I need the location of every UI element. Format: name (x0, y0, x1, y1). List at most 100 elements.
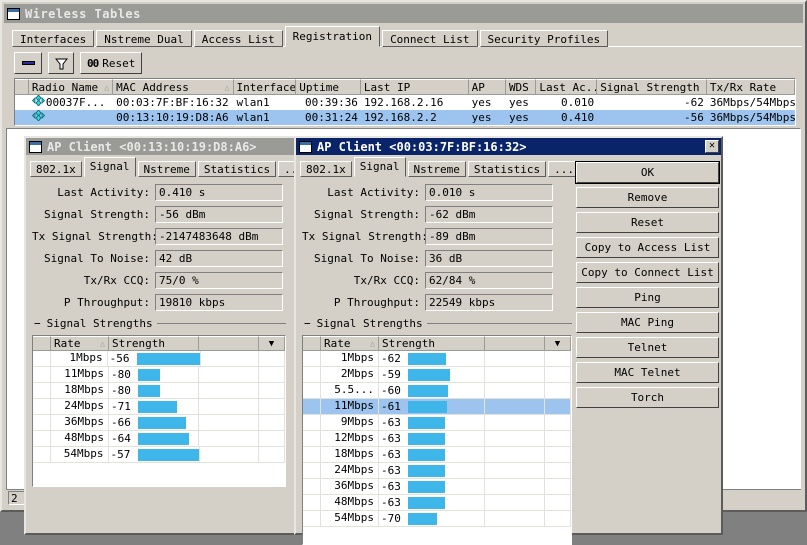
dialog-left-titlebar[interactable]: AP Client <00:13:10:19:D8:A6> (26, 138, 294, 155)
grid-row-marker (303, 431, 321, 446)
main-titlebar[interactable]: Wireless Tables (4, 4, 803, 23)
tab-interfaces[interactable]: Interfaces (12, 30, 95, 47)
grid-row[interactable]: 48Mbps -63 (303, 495, 571, 511)
link-icon (31, 95, 45, 110)
field-value[interactable]: 0.010 s (425, 183, 553, 201)
reg-col-last-ip[interactable]: Last IP (360, 79, 469, 95)
collapse-icon[interactable]: − (302, 317, 313, 330)
tab-registration[interactable]: Registration (284, 26, 381, 47)
reg-col-wds[interactable]: WDS (505, 79, 537, 95)
telnet-button[interactable]: Telnet (576, 337, 719, 358)
reg-col-signal-strength-[interactable]: Signal Strength ... (597, 79, 707, 95)
grid-col-blank[interactable] (199, 336, 259, 351)
reg-col-interface[interactable]: Interface (233, 79, 297, 95)
dialog-tab-statistics[interactable]: Statistics (197, 161, 277, 177)
reg-col-mac-address[interactable]: MAC Address △ (113, 79, 234, 95)
grid-row[interactable]: 11Mbps -80 (33, 367, 285, 383)
field-value[interactable]: 62/84 % (425, 271, 553, 289)
grid-row[interactable]: 36Mbps -63 (303, 479, 571, 495)
collapse-icon[interactable]: − (32, 317, 43, 330)
close-icon[interactable]: ✕ (705, 140, 719, 153)
cell-rate: 2Mbps (321, 367, 379, 382)
reg-col-marker[interactable] (15, 79, 29, 95)
copy-to-connect-list-button[interactable]: Copy to Connect List (576, 262, 719, 283)
mac-ping-button[interactable]: MAC Ping (576, 312, 719, 333)
grid-row[interactable]: 54Mbps -70 (303, 511, 571, 527)
grid-row[interactable]: 54Mbps -57 (33, 447, 285, 463)
reset-button[interactable]: Reset (576, 212, 719, 233)
reg-col-tx-rx-rate[interactable]: Tx/Rx Rate (706, 79, 795, 95)
reg-col-radio-name[interactable]: Radio Name △ (28, 79, 114, 95)
tab-connect-list[interactable]: Connect List (382, 30, 478, 47)
table-row[interactable]: 00:13:10:19:D8:A6 wlan1 00:31:24 192.168.2.… (15, 110, 795, 125)
registration-table[interactable]: Radio Name △ MAC Address △ Interface Uptime La… (14, 78, 796, 126)
mac-telnet-button[interactable]: MAC Telnet (576, 362, 719, 383)
tab-access-list[interactable]: Access List (193, 30, 283, 47)
grid-col-rate[interactable]: Rate △ (321, 336, 379, 351)
tab-nstreme-dual[interactable]: Nstreme Dual (96, 30, 192, 47)
dialog-tab-8021x[interactable]: 802.1x (300, 161, 352, 177)
tab-security-profiles[interactable]: Security Profiles (479, 30, 609, 47)
torch-button[interactable]: Torch (576, 387, 719, 408)
reset-button[interactable]: 00 Reset (80, 52, 143, 74)
grid-row[interactable]: 24Mbps -63 (303, 463, 571, 479)
filter-button[interactable] (48, 52, 74, 74)
field-value[interactable]: 36 dB (425, 249, 553, 267)
grid-row[interactable]: 2Mbps -59 (303, 367, 571, 383)
cell-strength-value: -63 (381, 431, 401, 445)
cell-rate: 18Mbps (51, 383, 109, 398)
copy-to-access-list-button[interactable]: Copy to Access List (576, 237, 719, 258)
dialog-tab-nstreme[interactable]: Nstreme (137, 161, 196, 177)
grid-row[interactable]: 24Mbps -71 (33, 399, 285, 415)
grid-column-menu-icon[interactable]: ▼ (259, 336, 285, 351)
cell-last-activity: 0.010 (561, 95, 595, 109)
dialog-tab-statistics[interactable]: Statistics (467, 161, 547, 177)
dialog-right-titlebar[interactable]: AP Client <00:03:7F:BF:16:32> ✕ (296, 138, 721, 155)
dialog-tab-nstreme[interactable]: Nstreme (407, 161, 466, 177)
field-value[interactable]: -2147483648 dBm (155, 227, 283, 245)
reg-col-last-ac-[interactable]: Last Ac... (536, 79, 598, 95)
remove-button[interactable] (14, 52, 42, 74)
field-value[interactable]: 22549 kbps (425, 293, 553, 311)
grid-row[interactable]: 9Mbps -63 (303, 415, 571, 431)
grid-col-blank[interactable] (485, 336, 545, 351)
grid-row[interactable]: 5.5... -60 (303, 383, 571, 399)
cell-rate: 5.5... (321, 383, 379, 398)
dialog-tab-signal[interactable]: Signal (83, 157, 136, 177)
grid-col-rate[interactable]: Rate △ (51, 336, 109, 351)
ping-button[interactable]: Ping (576, 287, 719, 308)
reg-col-uptime[interactable]: Uptime (296, 79, 361, 95)
dialog-tab-signal[interactable]: Signal (353, 157, 406, 177)
dialog-right-buttons: OK Remove Reset Copy to Access List Copy to … (575, 161, 720, 412)
grid-column-menu-icon[interactable]: ▼ (545, 336, 571, 351)
field-value[interactable]: 75/0 % (155, 271, 283, 289)
remove-button[interactable]: Remove (576, 187, 719, 208)
grid-row[interactable]: 1Mbps -62 (303, 351, 571, 367)
registration-table-header: Radio Name △ MAC Address △ Interface Uptime La… (15, 79, 795, 95)
ok-button[interactable]: OK (575, 161, 720, 184)
field-value[interactable]: 0.410 s (155, 183, 283, 201)
dialog-right-signal-grid[interactable]: Rate △ Strength ▼ 1Mbps -62 2Mbps -59 5.5... -60 1… (302, 335, 572, 545)
dialog-tab-8021x[interactable]: 802.1x (30, 161, 82, 177)
field-value[interactable]: 42 dB (155, 249, 283, 267)
table-row[interactable]: 00037F... 00:03:7F:BF:16:32 wlan1 00:39:36 1… (15, 95, 795, 110)
grid-col-blank[interactable] (303, 336, 321, 351)
grid-row[interactable]: 18Mbps -63 (303, 447, 571, 463)
sort-asc-icon: △ (100, 338, 105, 348)
field-value[interactable]: -56 dBm (155, 205, 283, 223)
field-value[interactable]: -62 dBm (425, 205, 553, 223)
grid-col-strength[interactable]: Strength (379, 336, 485, 351)
grid-col-blank[interactable] (33, 336, 51, 351)
grid-row[interactable]: 12Mbps -63 (303, 431, 571, 447)
field-value[interactable]: 19810 kbps (155, 293, 283, 311)
grid-row[interactable]: 48Mbps -64 (33, 431, 285, 447)
grid-col-strength[interactable]: Strength (109, 336, 199, 351)
grid-row[interactable]: 11Mbps -61 (303, 399, 571, 415)
dialog-left-signal-grid[interactable]: Rate △ Strength ▼ 1Mbps -56 11Mbps -80 18Mbps -80… (32, 335, 286, 487)
grid-row[interactable]: 18Mbps -80 (33, 383, 285, 399)
reg-col-ap[interactable]: AP (468, 79, 506, 95)
grid-row[interactable]: 36Mbps -66 (33, 415, 285, 431)
strength-bar (408, 480, 445, 493)
grid-row[interactable]: 1Mbps -56 (33, 351, 285, 367)
field-value[interactable]: -89 dBm (425, 227, 553, 245)
